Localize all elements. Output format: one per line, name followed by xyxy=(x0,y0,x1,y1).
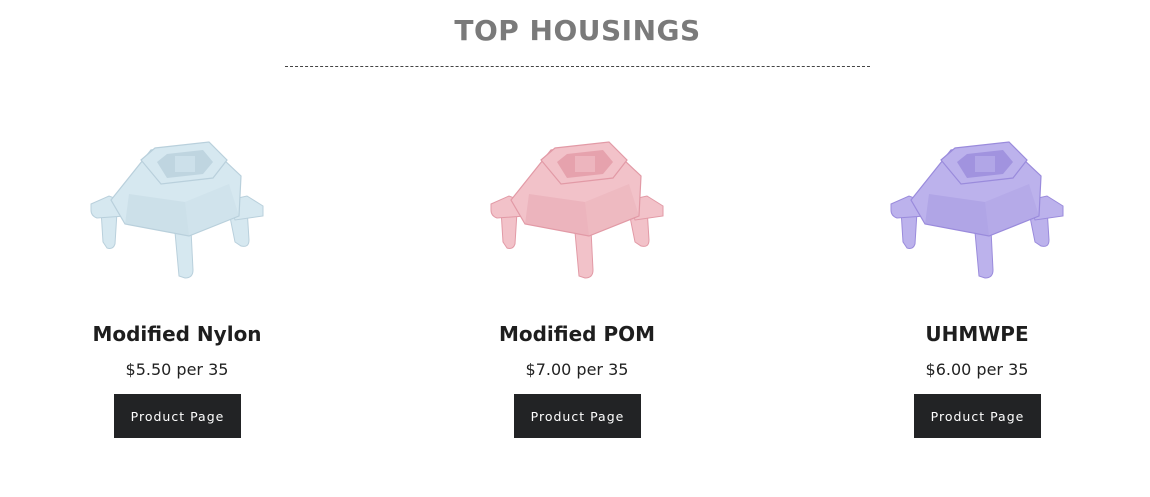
product-page-button[interactable]: Product Page xyxy=(914,394,1041,438)
product-price: $7.00 per 35 xyxy=(525,360,629,379)
product-page-button[interactable]: Product Page xyxy=(114,394,241,438)
product-name[interactable]: Modified Nylon xyxy=(47,322,307,346)
product-page-button[interactable]: Product Page xyxy=(514,394,641,438)
product-card-modified-nylon: Modified Nylon $5.50 per 35 Product Page xyxy=(47,120,307,438)
switch-housing-image[interactable] xyxy=(89,120,265,285)
product-name[interactable]: Modified POM xyxy=(447,322,707,346)
switch-housing-image[interactable] xyxy=(489,120,665,285)
section-title: TOP HOUSINGS xyxy=(454,14,701,47)
product-card-uhmwpe: UHMWPE $6.00 per 35 Product Page xyxy=(847,120,1107,438)
product-price: $5.50 per 35 xyxy=(125,360,229,379)
switch-housing-image[interactable] xyxy=(889,120,1065,285)
product-name[interactable]: UHMWPE xyxy=(847,322,1107,346)
product-card-modified-pom: Modified POM $7.00 per 35 Product Page xyxy=(447,120,707,438)
product-price: $6.00 per 35 xyxy=(925,360,1029,379)
title-divider xyxy=(285,66,870,67)
